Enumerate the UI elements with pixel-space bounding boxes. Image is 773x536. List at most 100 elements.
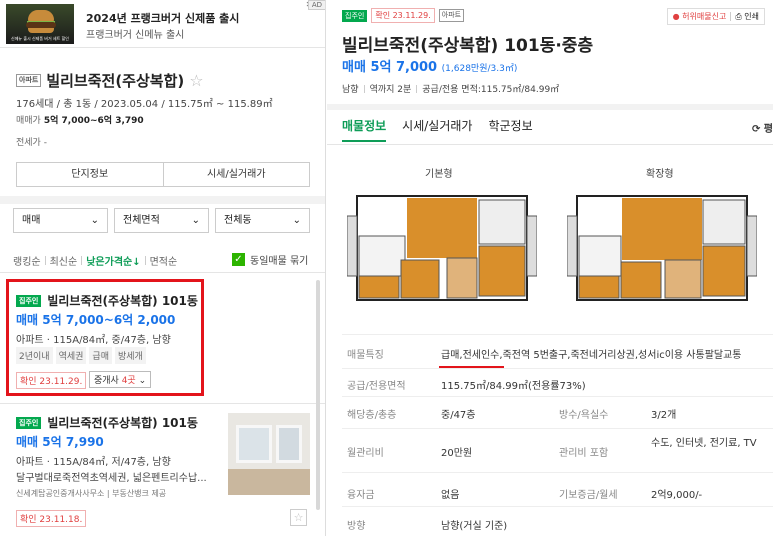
row-value: 중/47층 <box>441 410 476 421</box>
filter-bar: 매매 ⌄ 전체면적 ⌄ 전체동 ⌄ <box>13 208 310 233</box>
confirm-date-badge: 확인 23.11.29. <box>371 8 435 23</box>
chevron-down-icon: ⌄ <box>292 215 301 226</box>
listing-panel: 신메뉴 출시 신제품 버거 세트 할인 2024년 프랭크버거 신제품 출시 프… <box>0 0 326 536</box>
row-label: 해당층/총층 <box>347 410 397 421</box>
report-fake-listing-button[interactable]: ● 허위매물신고 <box>673 11 727 22</box>
detail-tags: 집주인 확인 23.11.29. 아파트 <box>342 8 465 23</box>
listing-title[interactable]: 빌리브죽전(주상복합) 101동 <box>47 414 198 431</box>
sort-area[interactable]: 면적순 <box>146 253 182 268</box>
tab-school-info[interactable]: 학군정보 <box>488 117 532 142</box>
dong-select[interactable]: 전체동 ⌄ <box>215 208 310 233</box>
ad-title[interactable]: 2024년 프랭크버거 신제품 출시 <box>86 10 239 26</box>
scrollbar[interactable] <box>316 280 320 510</box>
listing-description: 달구벌대로죽전역초역세권, 넓은펜트리수납... <box>16 473 207 484</box>
table-divider <box>342 368 773 369</box>
refresh-button[interactable]: ⟳ 평 <box>752 120 773 135</box>
row-label: 방수/욕실수 <box>559 410 609 421</box>
listing-spec: 아파트 · 115A/84㎡, 저/47층, 남향 <box>16 457 171 468</box>
row-value: 급매,전세인수,죽전역 5번출구,죽전네거리상권,성서ic이용 사통팔달교통 <box>441 350 742 361</box>
row-value: 3/2개 <box>651 410 677 421</box>
tab-price-history[interactable]: 시세/실거래가 <box>402 117 472 142</box>
table-divider <box>342 472 773 473</box>
chevron-down-icon: ⌄ <box>90 215 99 226</box>
ad-badge[interactable]: AD <box>307 0 325 10</box>
sale-price-label: 매매가 <box>16 116 41 126</box>
detail-meta: 남향 역까지 2분 공급/전용 면적:115.75㎡/84.99㎡ <box>342 82 559 95</box>
floorplan-basic-label: 기본형 <box>425 169 453 180</box>
sort-low-price[interactable]: 낮은가격순↓ <box>82 253 144 268</box>
highlight-underline <box>439 366 504 368</box>
list-divider <box>0 403 325 404</box>
row-label: 방향 <box>347 521 366 532</box>
group-same-listings-toggle[interactable]: ✓ 동일매물 묶기 <box>232 252 308 267</box>
section-divider <box>327 104 773 110</box>
floorplan-extended-image[interactable] <box>567 188 757 308</box>
complex-jeonse-price: 전세가 - <box>16 138 47 148</box>
row-label: 매물특징 <box>347 350 384 361</box>
floorplan-extended-label: 확장형 <box>646 169 674 180</box>
favorite-star-icon[interactable]: ☆ <box>189 71 203 90</box>
detail-tabs: 매물정보 시세/실거래가 학군정보 <box>342 117 533 142</box>
complex-button-group: 단지정보 시세/실거래가 <box>16 162 310 187</box>
complex-header: 아파트 빌리브죽전(주상복합) ☆ <box>16 70 204 91</box>
section-divider <box>0 196 325 204</box>
table-divider <box>342 506 773 507</box>
area-select[interactable]: 전체면적 ⌄ <box>114 208 209 233</box>
detail-price: 매매 5억 7,000 (1,628만원/3.3㎡) <box>342 60 518 75</box>
meta-station: 역까지 2분 <box>369 85 412 95</box>
favorite-star-icon[interactable]: ☆ <box>290 509 307 526</box>
confirm-date-badge: 확인 23.11.18. <box>16 510 87 527</box>
detail-title: 빌리브죽전(주상복합) 101동·중층 <box>342 36 594 56</box>
price-per-area: (1,628만원/3.3㎡) <box>441 64 518 74</box>
ad-thumbnail[interactable]: 신메뉴 출시 신제품 버거 세트 할인 <box>6 4 74 44</box>
ad-banner[interactable]: 신메뉴 출시 신제품 버거 세트 할인 2024년 프랭크버거 신제품 출시 프… <box>0 0 325 48</box>
price-history-button[interactable]: 시세/실거래가 <box>162 163 310 186</box>
sort-ranking[interactable]: 랭킹순 <box>13 253 45 268</box>
sort-latest[interactable]: 최신순 <box>46 253 82 268</box>
detail-panel: 집주인 확인 23.11.29. 아파트 ● 허위매물신고 ⎙ 인쇄 빌리브죽전… <box>327 0 773 536</box>
row-label: 기보증금/월세 <box>559 490 618 501</box>
row-value: 2억9,000/- <box>651 490 703 501</box>
tab-listing-info[interactable]: 매물정보 <box>342 117 387 142</box>
owner-badge: 집주인 <box>16 416 42 429</box>
row-value: 남향(거실 기준) <box>441 521 508 532</box>
list-divider <box>0 272 325 273</box>
print-button[interactable]: ⎙ 인쇄 <box>735 11 759 22</box>
sort-options: 랭킹순 최신순 낮은가격순↓ 면적순 <box>13 253 181 268</box>
highlight-box <box>6 279 204 396</box>
table-divider <box>342 428 773 429</box>
complex-name: 빌리브죽전(주상복합) <box>46 72 185 90</box>
listing-photo[interactable] <box>228 413 310 495</box>
property-type-tag: 아파트 <box>438 9 465 22</box>
trade-type-select[interactable]: 매매 ⌄ <box>13 208 108 233</box>
listing-price: 매매 5억 7,990 <box>16 435 104 449</box>
listing-agency: 신세계탑공인중개사사무소 | 부동산뱅크 제공 <box>16 489 167 498</box>
group-same-listings-label: 동일매물 묶기 <box>250 256 309 267</box>
meta-area: 공급/전용 면적:115.75㎡/84.99㎡ <box>422 85 560 95</box>
property-type-tag: 아파트 <box>16 74 42 87</box>
ad-thumbnail-caption: 신메뉴 출시 신제품 버거 세트 할인 <box>11 36 69 41</box>
complex-info: 176세대 / 총 1동 / 2023.05.04 / 115.75㎡ ~ 11… <box>16 99 273 110</box>
row-label: 관리비 포함 <box>559 448 609 459</box>
tabs-underline <box>327 144 773 145</box>
owner-badge: 집주인 <box>342 9 368 22</box>
detail-actions: ● 허위매물신고 ⎙ 인쇄 <box>666 8 765 25</box>
row-label: 공급/전용면적 <box>347 381 406 392</box>
row-value: 수도, 인터넷, 전기료, TV <box>651 438 757 449</box>
row-value: 20만원 <box>441 448 473 459</box>
row-label: 융자금 <box>347 490 375 501</box>
listing-title-row[interactable]: 집주인 빌리브죽전(주상복합) 101동 <box>16 414 198 431</box>
floorplan-basic-image[interactable] <box>347 188 537 308</box>
table-divider <box>342 396 773 397</box>
row-label: 월관리비 <box>347 448 384 459</box>
row-value: 없음 <box>441 490 460 501</box>
chevron-down-icon: ⌄ <box>191 215 200 226</box>
table-divider <box>342 334 773 335</box>
print-icon: ⎙ <box>735 12 742 21</box>
complex-sale-price: 매매가 5억 7,000~6억 3,790 <box>16 113 144 126</box>
siren-icon: ● <box>672 12 680 21</box>
checkbox-checked-icon[interactable]: ✓ <box>232 253 245 266</box>
sale-price-value: 5억 7,000~6억 3,790 <box>43 116 144 126</box>
complex-info-button[interactable]: 단지정보 <box>17 163 163 186</box>
meta-direction: 남향 <box>342 85 359 95</box>
